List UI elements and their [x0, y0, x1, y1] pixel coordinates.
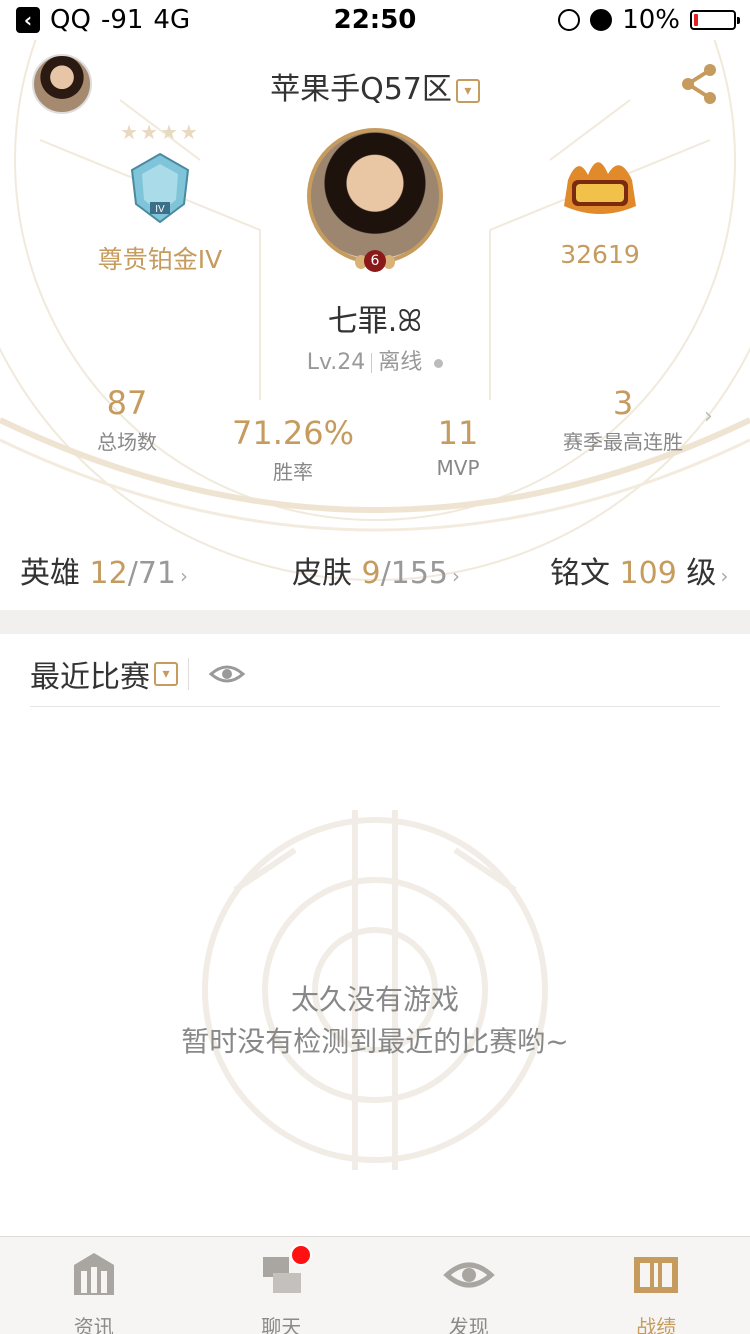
online-status: 离线	[378, 350, 423, 375]
eye-icon[interactable]	[209, 662, 245, 686]
combat-power-value: 32619	[560, 240, 640, 269]
player-level: Lv.24	[306, 350, 366, 375]
platinum-rank-icon: IV	[130, 152, 190, 224]
server-selector[interactable]: 苹果手Q57区 ▾	[0, 64, 750, 108]
stats-chevron-right-icon[interactable]: ›	[704, 404, 713, 429]
chat-notification-badge	[290, 1244, 312, 1266]
level-status-line: Lv.24 离线	[0, 344, 750, 376]
stat-best-streak[interactable]: 3 赛季最高连胜	[528, 384, 718, 455]
chevron-right-icon: ›	[180, 564, 189, 588]
collection-row: 英雄 12/71 › 皮肤 9/155 › 铭文 109 级 ›	[0, 548, 750, 596]
stat-total-matches[interactable]: 87 总场数	[32, 384, 222, 455]
chevron-down-icon: ▾	[455, 78, 480, 103]
battery-icon	[690, 10, 740, 30]
share-icon[interactable]	[680, 62, 720, 106]
rank-section[interactable]: ★★★★ IV 尊贵铂金IV	[60, 120, 260, 276]
empty-state-title: 太久没有游戏	[290, 983, 459, 1016]
level-badge-number: 6	[364, 250, 386, 272]
tab-chat[interactable]: 聊天	[188, 1237, 376, 1334]
rank-name: 尊贵铂金IV	[97, 245, 223, 274]
chevron-right-icon: ›	[720, 564, 729, 588]
rank-stars: ★★★★	[120, 120, 200, 144]
empty-state-subtitle: 暂时没有检测到最近的比赛哟~	[181, 1025, 569, 1058]
status-dot	[434, 358, 444, 368]
combat-power-icon	[564, 162, 636, 214]
recent-matches-title[interactable]: 最近比赛	[30, 652, 150, 696]
level-badge: 6	[355, 245, 395, 281]
stat-win-rate[interactable]: 71.26% 胜率	[198, 414, 388, 485]
tab-news[interactable]: 资讯	[0, 1237, 188, 1334]
tab-records[interactable]: 战绩	[563, 1237, 750, 1334]
nickname: 七罪.ꕤ	[327, 304, 423, 339]
status-bar: ‹ QQ -91 4G 22:50 10%	[0, 0, 750, 40]
runes-link[interactable]: 铭文 109 级 ›	[550, 548, 728, 592]
section-divider	[0, 610, 750, 634]
user-avatar[interactable]	[307, 128, 443, 264]
stat-mvp[interactable]: 11 MVP	[363, 414, 553, 480]
heroes-link[interactable]: 英雄 12/71 ›	[20, 548, 188, 592]
record-icon	[634, 1257, 679, 1293]
recent-matches-header: 最近比赛 ▾	[30, 652, 245, 696]
rotation-lock-icon	[558, 9, 581, 31]
bottom-tab-bar: 资讯 聊天 发现 战绩	[0, 1236, 750, 1334]
recent-divider	[30, 706, 720, 707]
tab-discover[interactable]: 发现	[375, 1237, 563, 1334]
combat-power-section[interactable]: 32619	[500, 150, 700, 269]
battery-percent: 10%	[622, 5, 680, 35]
chevron-right-icon: ›	[452, 564, 461, 588]
empty-state-illustration	[202, 810, 548, 1170]
server-name: 苹果手Q57区	[270, 72, 452, 107]
news-icon	[73, 1253, 114, 1295]
alarm-icon	[590, 9, 613, 31]
skins-link[interactable]: 皮肤 9/155 ›	[292, 548, 460, 592]
discover-eye-icon	[443, 1262, 495, 1288]
chevron-down-icon[interactable]: ▾	[154, 662, 178, 686]
svg-text:IV: IV	[155, 204, 165, 215]
